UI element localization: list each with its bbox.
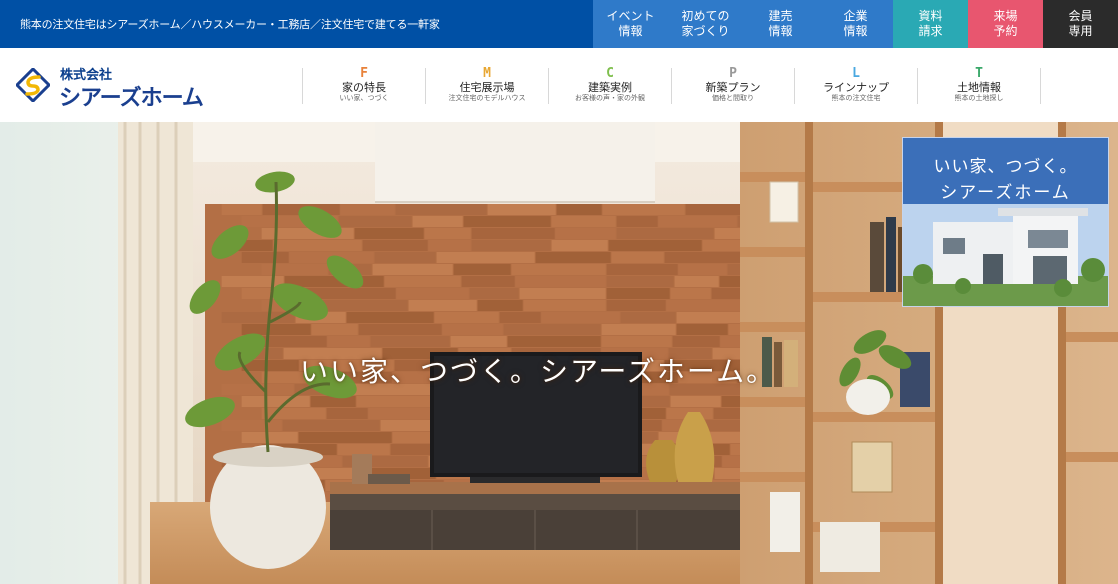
top-nav-ready-built-button[interactable]: 建売 情報	[743, 0, 818, 48]
nav-letter-icon: M	[483, 66, 491, 81]
top-nav-members-button[interactable]: 会員 専用	[1043, 0, 1118, 48]
promo-brand: シアーズホーム	[940, 183, 1071, 203]
nav-item-land[interactable]: T 土地情報 熊本の土地探し	[917, 66, 1041, 104]
main-nav: F 家の特長 いい家、つづく M 住宅展示場 注文住宅のモデルハウス C 建築実…	[302, 66, 1041, 104]
top-nav: イベント 情報 初めての 家づくり 建売 情報 企業 情報 資料 請求 来場 予…	[593, 0, 1118, 48]
nav-item-sublabel: 熊本の注文住宅	[831, 94, 881, 102]
promo-headline: いい家、つづく。	[933, 157, 1078, 177]
nav-item-sublabel: お客様の声・家の外観	[575, 94, 645, 102]
company-logo[interactable]: 株式会社 シアーズホーム	[16, 64, 226, 111]
nav-letter-icon: P	[729, 66, 737, 81]
nav-item-plans[interactable]: P 新築プラン 価格と間取り	[671, 66, 794, 104]
nav-item-features[interactable]: F 家の特長 いい家、つづく	[302, 66, 425, 104]
house-exterior-photo	[903, 204, 1108, 306]
nav-item-sublabel: いい家、つづく	[339, 94, 389, 102]
logo-company-name: シアーズホーム	[59, 86, 204, 111]
nav-item-label: 住宅展示場	[459, 81, 515, 94]
nav-letter-icon: T	[975, 66, 983, 81]
site-header: 株式会社 シアーズホーム F 家の特長 いい家、つづく M 住宅展示場 注文住宅…	[0, 48, 1118, 122]
nav-item-lineup[interactable]: L ラインナップ 熊本の注文住宅	[794, 66, 917, 104]
nav-item-label: 新築プラン	[705, 81, 761, 94]
top-nav-first-time-button[interactable]: 初めての 家づくり	[668, 0, 743, 48]
promo-banner[interactable]: いい家、つづく。 シアーズホーム	[902, 137, 1109, 307]
logo-mark-icon	[16, 68, 50, 102]
top-nav-company-button[interactable]: 企業 情報	[818, 0, 893, 48]
nav-item-sublabel: 注文住宅のモデルハウス	[448, 94, 526, 102]
top-nav-visit-booking-button[interactable]: 来場 予約	[968, 0, 1043, 48]
nav-letter-icon: L	[852, 66, 860, 81]
top-nav-event-button[interactable]: イベント 情報	[593, 0, 668, 48]
site-tagline: 熊本の注文住宅はシアーズホーム／ハウスメーカー・工務店／注文住宅で建てる一軒家	[20, 18, 440, 31]
nav-item-case-studies[interactable]: C 建築実例 お客様の声・家の外観	[548, 66, 671, 104]
top-nav-brochure-button[interactable]: 資料 請求	[893, 0, 968, 48]
nav-letter-icon: F	[360, 66, 368, 81]
nav-item-sublabel: 価格と間取り	[712, 94, 754, 102]
nav-item-sublabel: 熊本の土地探し	[954, 94, 1004, 102]
nav-item-label: ラインナップ	[823, 81, 889, 94]
nav-letter-icon: C	[606, 66, 614, 81]
hero-tagline: いい家、つづく。シアーズホーム。	[300, 355, 777, 388]
nav-item-label: 建築実例	[588, 81, 632, 94]
top-bar: 熊本の注文住宅はシアーズホーム／ハウスメーカー・工務店／注文住宅で建てる一軒家 …	[0, 0, 1118, 48]
nav-item-model-house[interactable]: M 住宅展示場 注文住宅のモデルハウス	[425, 66, 548, 104]
nav-item-label: 家の特長	[342, 81, 386, 94]
nav-item-label: 土地情報	[957, 81, 1001, 94]
